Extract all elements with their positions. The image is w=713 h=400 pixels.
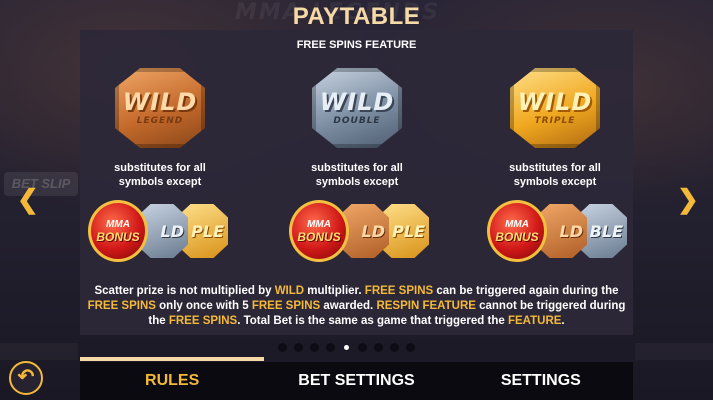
wild-triple-icon: WILD TRIPLE bbox=[510, 68, 600, 148]
page-indicator bbox=[278, 343, 415, 352]
tab-settings[interactable]: SETTINGS bbox=[449, 362, 633, 400]
exception-group-double: PLE LD MMA BONUS bbox=[289, 200, 439, 262]
tab-rules[interactable]: RULES bbox=[80, 362, 264, 400]
page-dot[interactable] bbox=[406, 343, 415, 352]
page-dot[interactable] bbox=[310, 343, 319, 352]
back-arrow-icon[interactable]: ↶ bbox=[9, 361, 43, 395]
mma-bonus-icon: MMA BONUS bbox=[487, 200, 547, 262]
page-dot[interactable] bbox=[358, 343, 367, 352]
exception-group-triple: BLE LD MMA BONUS bbox=[487, 200, 637, 262]
tab-bet-settings[interactable]: BET SETTINGS bbox=[264, 362, 448, 400]
background-edge-right bbox=[635, 343, 713, 360]
mma-bonus-icon: MMA BONUS bbox=[88, 200, 148, 262]
chevron-right-icon[interactable]: ❯ bbox=[677, 186, 699, 212]
page-title: PAYTABLE bbox=[292, 3, 421, 30]
wild-legend-icon: WILD LEGEND bbox=[115, 68, 205, 148]
bottom-tab-bar: RULES BET SETTINGS SETTINGS bbox=[80, 362, 633, 400]
symbol-description: substitutes for all symbols except bbox=[114, 162, 206, 188]
symbol-wild-legend: WILD LEGEND substitutes for all symbols … bbox=[90, 68, 230, 189]
symbol-description: substitutes for all symbols except bbox=[509, 162, 601, 188]
chevron-left-icon[interactable]: ❮ bbox=[17, 186, 39, 212]
exception-group-legend: PLE LD MMA BONUS bbox=[88, 200, 238, 262]
page-dot[interactable] bbox=[344, 345, 349, 350]
background-bet-slip: BET SLIP bbox=[4, 172, 78, 196]
symbol-wild-triple: WILD TRIPLE substitutes for all symbols … bbox=[485, 68, 625, 189]
feature-rules-text: Scatter prize is not multiplied by WILD … bbox=[87, 285, 626, 327]
background-edge-left bbox=[0, 343, 78, 360]
symbol-wild-double: WILD DOUBLE substitutes for all symbols … bbox=[287, 68, 427, 189]
mma-bonus-icon: MMA BONUS bbox=[289, 200, 349, 262]
page-dot[interactable] bbox=[326, 343, 335, 352]
page-dot[interactable] bbox=[294, 343, 303, 352]
active-tab-indicator bbox=[80, 357, 264, 361]
page-dot[interactable] bbox=[390, 343, 399, 352]
page-dot[interactable] bbox=[374, 343, 383, 352]
symbol-description: substitutes for all symbols except bbox=[311, 162, 403, 188]
page-dot[interactable] bbox=[278, 343, 287, 352]
wild-double-icon: WILD DOUBLE bbox=[312, 68, 402, 148]
section-subtitle: FREE SPINS FEATURE bbox=[296, 39, 417, 51]
